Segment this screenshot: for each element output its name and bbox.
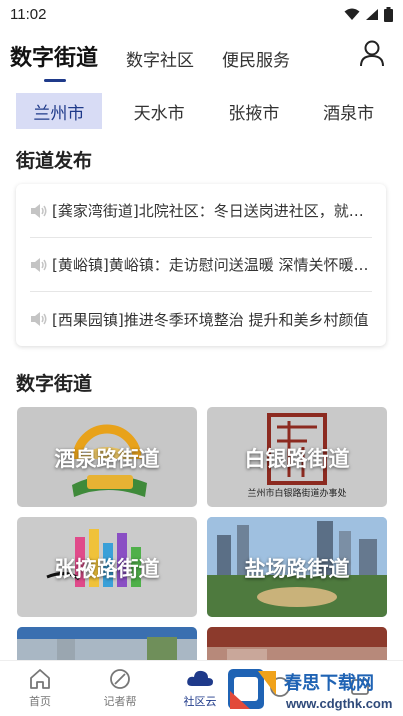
city-tab-zhangye[interactable]: 张掖市 xyxy=(207,93,302,129)
signal-icon xyxy=(366,8,378,20)
street-tile-partial[interactable] xyxy=(17,627,197,660)
news-section-title: 街道发布 xyxy=(16,150,93,172)
nav-reporter[interactable]: 记者帮 xyxy=(80,661,160,716)
street-tile-label: 张掖路街道 xyxy=(54,556,160,581)
news-list: [龚家湾街道]北院社区：冬日送岗进社区，就业服务暖人心 [黄峪镇]黄峪镇：走访慰… xyxy=(16,184,386,346)
watermark-logo xyxy=(228,669,276,709)
tab-digital-street[interactable]: 数字街道 xyxy=(10,40,98,82)
user-icon xyxy=(360,40,384,67)
street-photo xyxy=(17,627,197,660)
news-item[interactable]: [黄峪镇]黄峪镇：走访慰问送温暖 深情关怀暖人心 xyxy=(30,238,372,292)
speaker-icon xyxy=(31,203,47,218)
status-time: 11:02 xyxy=(10,5,47,23)
user-profile-button[interactable] xyxy=(359,40,385,68)
street-grid: 酒泉路街道 白银路街道 兰州市白银路街道办事处 张掖路街道 盐场路街道 xyxy=(17,407,387,660)
city-tab-lanzhou[interactable]: 兰州市 xyxy=(16,93,102,129)
street-tile-yanchang-road[interactable]: 盐场路街道 xyxy=(207,517,387,617)
street-tile-partial[interactable] xyxy=(207,627,387,660)
news-item[interactable]: [龚家湾街道]北院社区：冬日送岗进社区，就业服务暖人心 xyxy=(30,184,372,238)
cloud-icon xyxy=(187,670,213,686)
street-photo xyxy=(207,627,387,660)
status-bar: 11:02 xyxy=(0,0,403,28)
street-tile-jiuquan-road[interactable]: 酒泉路街道 xyxy=(17,407,197,507)
nav-reporter-label: 记者帮 xyxy=(103,695,137,708)
top-tabs: 数字街道 数字社区 便民服务 xyxy=(0,34,403,82)
nav-home-label: 首页 xyxy=(29,695,51,708)
street-tile-label: 盐场路街道 xyxy=(244,556,350,581)
watermark-title: 春思下载网 xyxy=(284,673,374,694)
news-item-text: [西果园镇]推进冬季环境整治 提升和美乡村颜值 xyxy=(52,310,369,329)
news-item[interactable]: [西果园镇]推进冬季环境整治 提升和美乡村颜值 xyxy=(30,292,372,346)
speaker-icon xyxy=(31,312,47,326)
news-item-text: [龚家湾街道]北院社区：冬日送岗进社区，就业服务暖人心 xyxy=(52,202,372,220)
watermark-url: www.cdgthk.com xyxy=(286,696,393,711)
street-tile-label: 酒泉路街道 xyxy=(54,446,160,471)
digital-street-section-title: 数字街道 xyxy=(16,373,93,395)
news-item-text: [黄峪镇]黄峪镇：走访慰问送温暖 深情关怀暖人心 xyxy=(52,256,372,274)
tab-convenience-service[interactable]: 便民服务 xyxy=(222,46,290,71)
status-icons xyxy=(344,6,393,22)
reporter-icon xyxy=(110,669,130,689)
speaker-icon xyxy=(31,257,47,272)
wifi-icon xyxy=(344,8,360,20)
city-tab-tianshui[interactable]: 天水市 xyxy=(112,93,207,129)
watermark: 春思下载网 www.cdgthk.com xyxy=(222,663,403,716)
nav-community-cloud-label: 社区云 xyxy=(183,695,217,708)
home-icon xyxy=(30,669,50,689)
city-tab-jiuquan[interactable]: 酒泉市 xyxy=(301,93,396,129)
street-tile-label: 白银路街道 xyxy=(244,446,350,471)
street-tile-baiyin-road[interactable]: 白银路街道 兰州市白银路街道办事处 xyxy=(207,407,387,507)
street-tile-zhangye-road[interactable]: 张掖路街道 xyxy=(17,517,197,617)
tab-digital-community[interactable]: 数字社区 xyxy=(126,46,194,71)
street-tile-sub: 兰州市白银路街道办事处 xyxy=(247,489,347,499)
battery-icon xyxy=(384,6,393,22)
nav-home[interactable]: 首页 xyxy=(0,661,80,716)
city-tabs: 兰州市 天水市 张掖市 酒泉市 xyxy=(16,93,396,131)
